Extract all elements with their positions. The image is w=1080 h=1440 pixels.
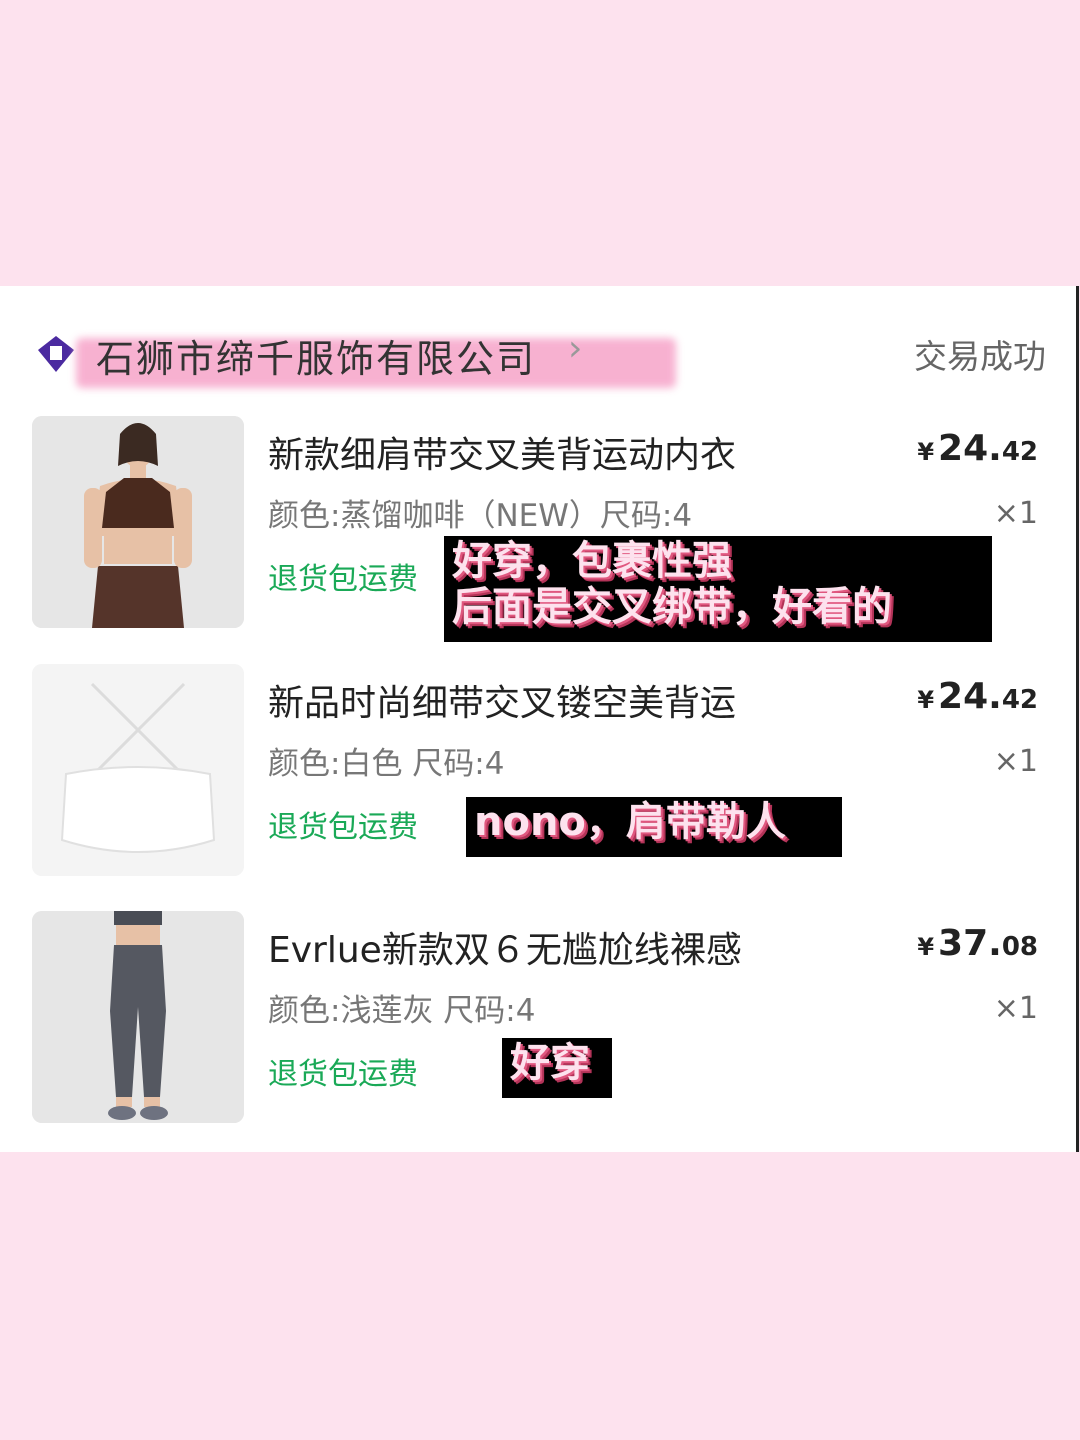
product-image[interactable] [32, 911, 244, 1123]
brown-sports-bra-photo [32, 416, 244, 628]
shop-arrow-icon[interactable]: › [568, 328, 582, 369]
shop-badge-icon [38, 336, 74, 372]
product-quantity: ×1 [993, 991, 1038, 1026]
shop-name[interactable]: 石狮市缔千服饰有限公司 [96, 328, 536, 383]
product-quantity: ×1 [993, 744, 1038, 779]
order-status: 交易成功 [914, 337, 1046, 376]
product-title[interactable]: 新款细肩带交叉美背运动内衣 [268, 426, 736, 478]
product-image[interactable] [32, 416, 244, 628]
refund-shipping-tag: 退货包运费 [268, 810, 418, 845]
product-title[interactable]: 新品时尚细带交叉镂空美背运 [268, 674, 736, 726]
product-quantity: ×1 [993, 496, 1038, 531]
product-spec: 颜色:浅莲灰 尺码:4 [268, 993, 536, 1029]
product-image[interactable] [32, 664, 244, 876]
shop-header[interactable]: 石狮市缔千服饰有限公司 › 交易成功 [36, 316, 1046, 396]
review-note: 好穿，包裹性强 后面是交叉绑带，好看的 [444, 536, 992, 642]
refund-shipping-tag: 退货包运费 [268, 1057, 418, 1092]
white-sports-bra-photo [32, 664, 244, 876]
refund-shipping-tag: 退货包运费 [268, 562, 418, 597]
review-note: nono，肩带勒人 [466, 797, 842, 857]
product-spec: 颜色:白色 尺码:4 [268, 746, 505, 782]
product-price: ¥24.42 [917, 428, 1038, 469]
grey-leggings-photo [32, 911, 244, 1123]
review-note: 好穿 [502, 1038, 612, 1098]
product-spec: 颜色:蒸馏咖啡（NEW）尺码:4 [268, 498, 693, 534]
product-price: ¥37.08 [917, 923, 1038, 964]
product-title[interactable]: Evrlue新款双６无尴尬线裸感 [268, 921, 742, 973]
product-price: ¥24.42 [917, 676, 1038, 717]
